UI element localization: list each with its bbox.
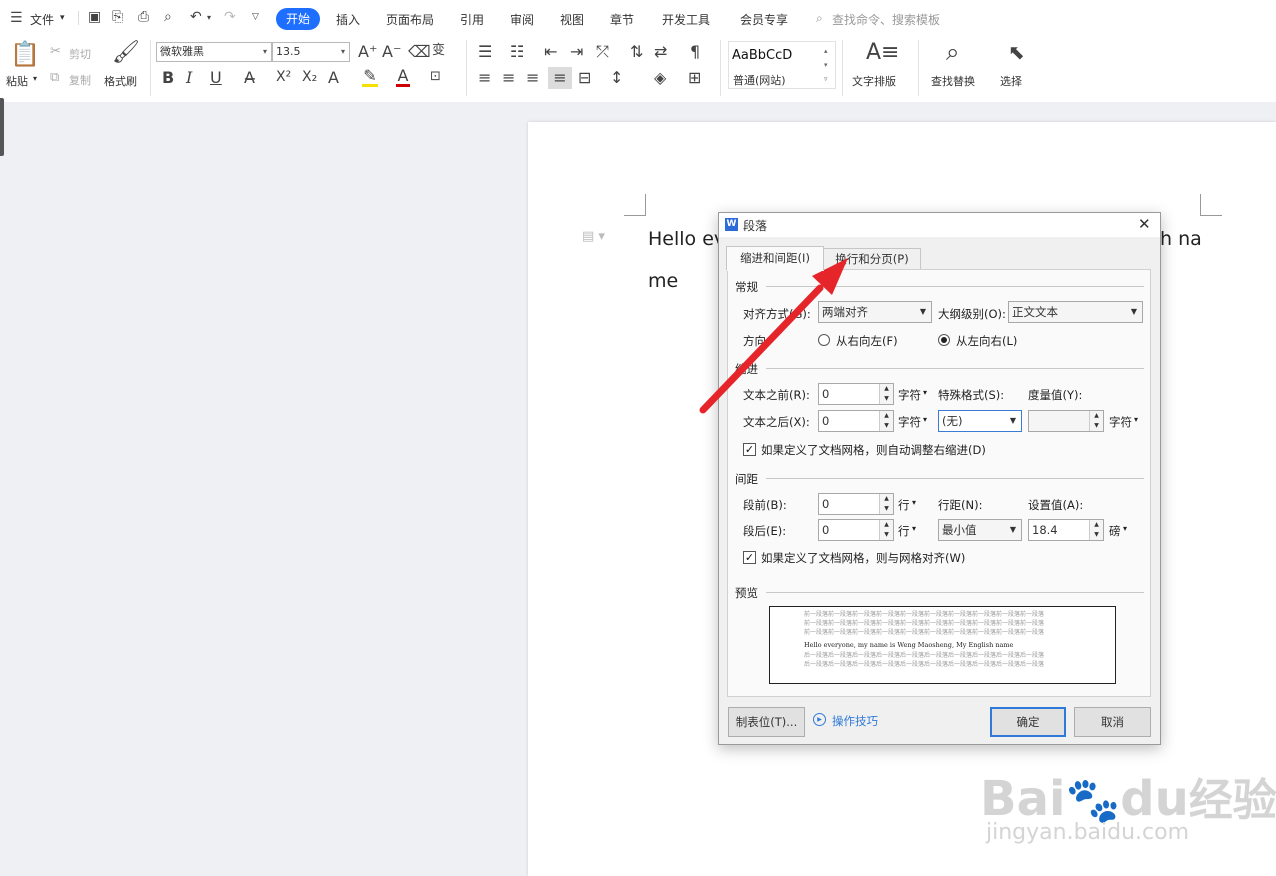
red-arrow-annotation	[699, 258, 848, 414]
watermark-brand-2: du	[1120, 771, 1189, 827]
paw-icon: 🐾	[1065, 775, 1121, 826]
baidu-watermark: Bai🐾du经验	[980, 764, 1276, 828]
watermark-url: jingyan.baidu.com	[986, 820, 1190, 845]
watermark-brand: Bai	[980, 771, 1066, 827]
tab-indent-spacing[interactable]: 缩进和间距(I)	[726, 246, 824, 271]
watermark-cn: 经验	[1188, 775, 1276, 826]
